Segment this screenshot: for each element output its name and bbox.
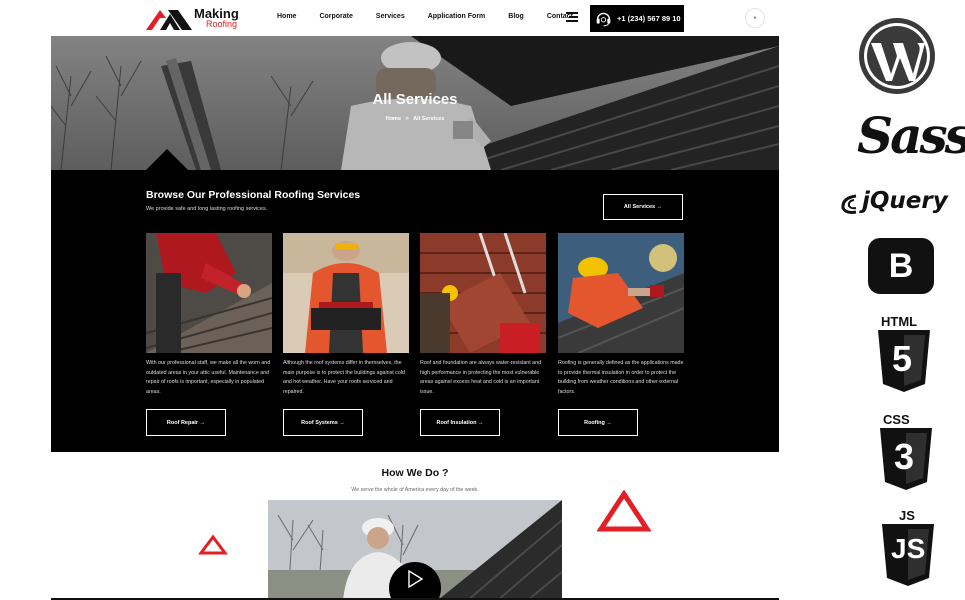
logo-roof-icon <box>146 10 192 30</box>
nav-services[interactable]: Services <box>376 13 405 20</box>
bootstrap-label: B <box>888 246 914 285</box>
nav-home[interactable]: Home <box>277 13 296 20</box>
service-card-roofing: Roofing is generally defined as the appl… <box>558 233 684 436</box>
sass-label: Sass <box>857 106 965 165</box>
service-card-roof-insulation: Roof and foundation are always water-res… <box>420 233 546 436</box>
breadcrumb-current: All Services <box>413 116 445 122</box>
search-button[interactable]: ● <box>745 8 765 28</box>
service-image-roof-insulation <box>420 233 546 353</box>
jquery-icon: jQuery <box>838 188 958 222</box>
jquery-swirl-icon <box>841 194 857 214</box>
service-image-roof-repair <box>146 233 272 353</box>
hero-notch <box>146 149 188 170</box>
html5-number: 5 <box>892 338 913 379</box>
page-title: All Services <box>372 91 458 108</box>
service-image-roofing <box>558 233 684 353</box>
all-services-button[interactable]: All Services → <box>603 194 683 220</box>
javascript-icon: JS JS <box>881 508 941 588</box>
how-we-do-title: How We Do ? <box>381 467 449 479</box>
roof-systems-button[interactable]: Roof Systems → <box>283 409 363 436</box>
services-title: Browse Our Professional Roofing Services <box>146 189 361 201</box>
phone-contact[interactable]: +1 (234) 567 89 10 <box>590 5 684 32</box>
breadcrumb-separator: > <box>405 116 409 122</box>
play-icon <box>408 570 423 588</box>
phone-number: +1 (234) 567 89 10 <box>617 14 681 23</box>
roof-repair-button[interactable]: Roof Repair → <box>146 409 226 436</box>
service-text-roofing: Roofing is generally defined as the appl… <box>558 360 684 395</box>
main-nav: Home Corporate Services Application Form… <box>277 13 596 20</box>
jquery-label: jQuery <box>862 188 948 214</box>
css3-icon: CSS 3 <box>879 412 939 490</box>
service-text-roof-repair: With our professional staff, we make all… <box>146 360 271 395</box>
logo-subtitle: Roofing <box>206 19 238 29</box>
js-label: JS <box>899 508 915 523</box>
video-preview[interactable] <box>268 500 562 600</box>
roofing-button[interactable]: Roofing → <box>558 409 638 436</box>
nav-corporate[interactable]: Corporate <box>319 13 352 20</box>
service-card-roof-systems: Although the roof systems differ in them… <box>283 233 409 436</box>
how-we-do-subtitle: We serve the whole of America every day … <box>351 487 479 493</box>
breadcrumb: Home > All Services <box>51 116 779 122</box>
css3-number: 3 <box>894 436 915 477</box>
service-text-roof-systems: Although the roof systems differ in them… <box>283 360 405 395</box>
headset-icon <box>596 12 611 27</box>
page-hero: All Services Home > All Services <box>51 36 779 170</box>
nav-blog[interactable]: Blog <box>508 13 524 20</box>
service-text-roof-insulation: Roof and foundation are always water-res… <box>420 360 542 395</box>
html5-icon: HTML 5 <box>875 314 935 392</box>
site-header: Making Roofing Home Corporate Services A… <box>51 0 779 36</box>
bootstrap-icon: B <box>868 238 934 294</box>
wordpress-icon <box>859 18 935 94</box>
site-logo[interactable]: Making Roofing <box>146 6 241 32</box>
hamburger-menu-icon[interactable] <box>566 12 578 22</box>
breadcrumb-home[interactable]: Home <box>386 116 401 122</box>
html5-label: HTML <box>881 314 918 329</box>
service-image-roof-systems <box>283 233 409 353</box>
nav-application-form[interactable]: Application Form <box>428 13 486 20</box>
logo-title: Making <box>194 6 239 21</box>
red-triangle-decoration-small <box>198 534 228 555</box>
service-card-roof-repair: With our professional staff, we make all… <box>146 233 272 436</box>
services-section: Browse Our Professional Roofing Services… <box>51 170 779 452</box>
services-subtitle: We provide safe and long lasting roofing… <box>146 206 268 212</box>
red-triangle-decoration <box>597 490 651 532</box>
roof-insulation-button[interactable]: Roof Insulation → <box>420 409 500 436</box>
search-icon: ● <box>753 15 757 21</box>
js-shield-label: JS <box>891 533 926 564</box>
css3-label: CSS <box>883 412 910 427</box>
sass-icon: Sass <box>855 100 965 180</box>
